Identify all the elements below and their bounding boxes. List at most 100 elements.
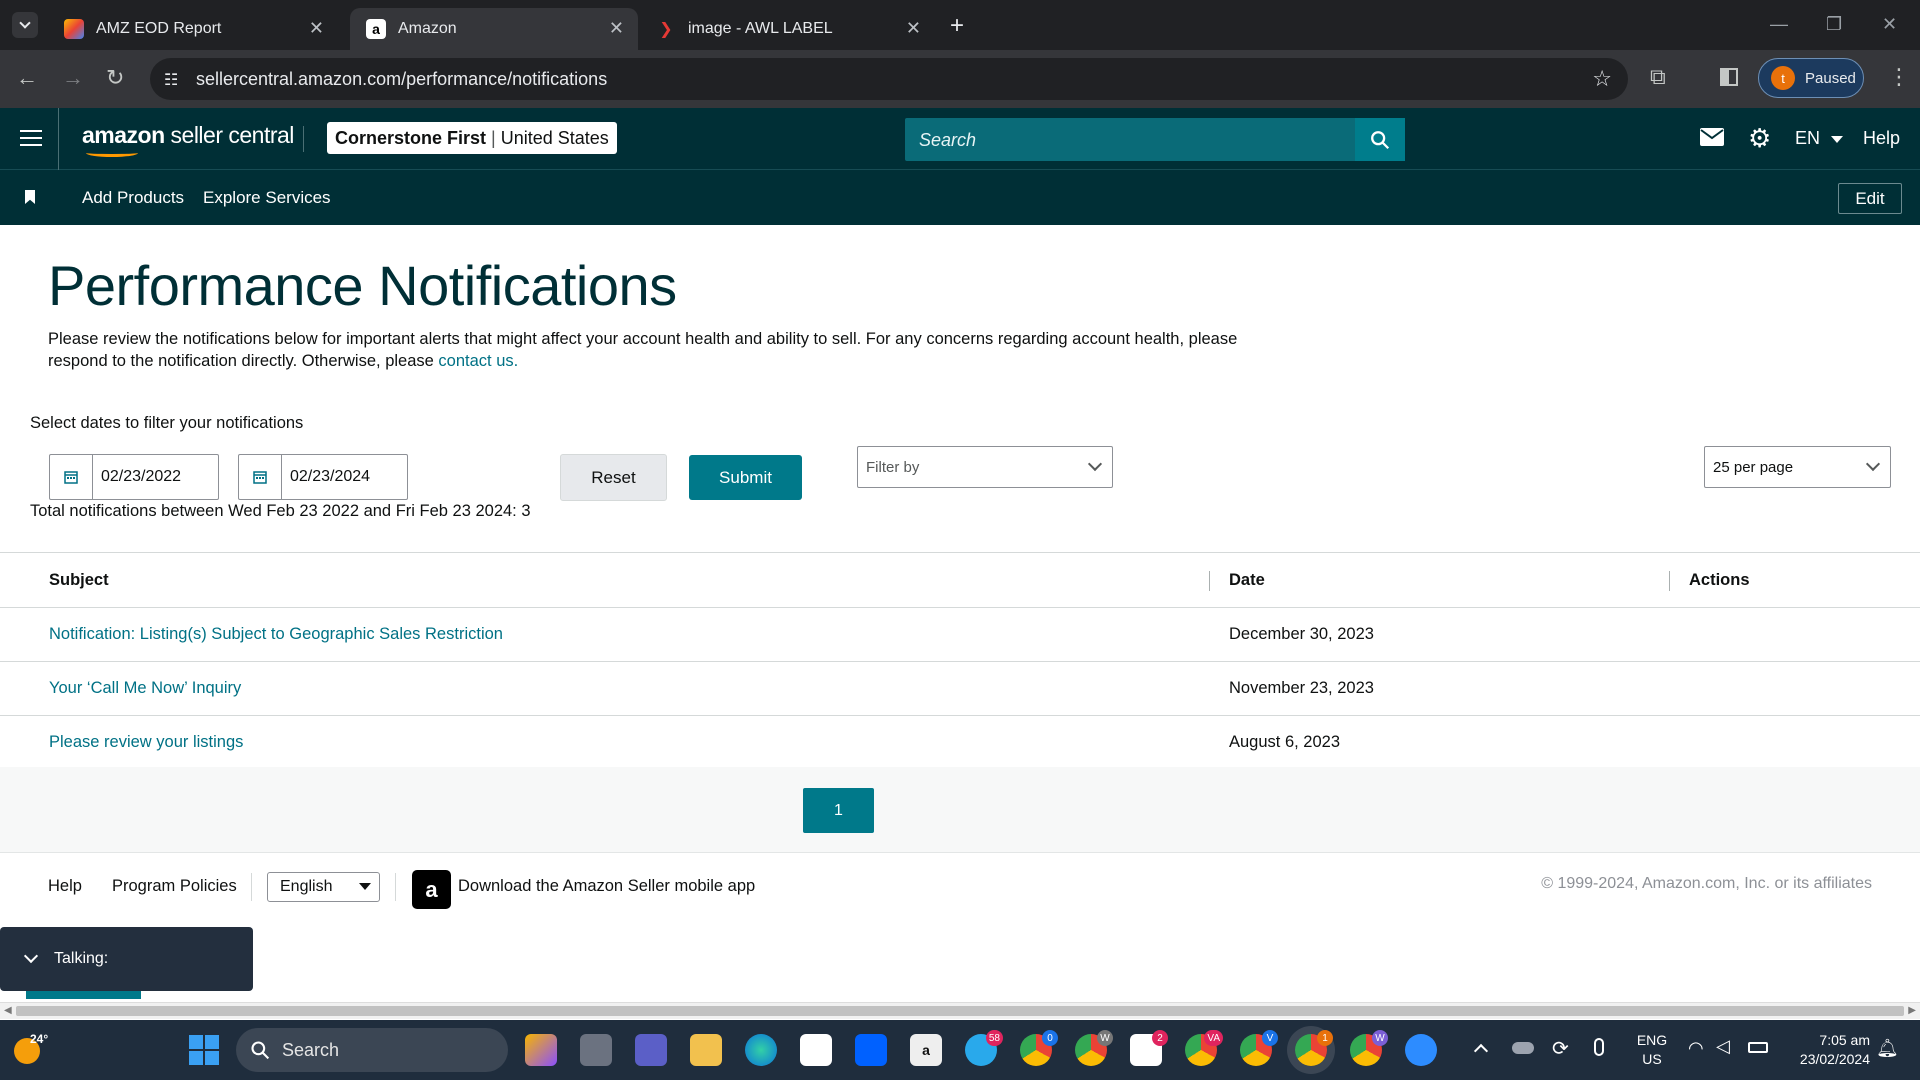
address-bar[interactable]: ☷ sellercentral.amazon.com/performance/n… (150, 58, 1628, 100)
forward-button[interactable]: → (62, 65, 84, 91)
hamburger-menu-icon[interactable] (20, 130, 42, 151)
new-tab-button[interactable]: + (950, 12, 964, 40)
close-icon[interactable]: ✕ (309, 18, 324, 39)
table-row: Notification: Listing(s) Subject to Geog… (0, 607, 1920, 662)
close-icon[interactable]: ✕ (609, 18, 624, 39)
back-button[interactable]: ← (16, 65, 38, 91)
weather-widget[interactable]: 24° (14, 1032, 64, 1068)
clock[interactable]: 7:05 am 23/02/2024 (1780, 1031, 1870, 1069)
edge-icon[interactable] (745, 1034, 777, 1066)
footer-help-link[interactable]: Help (48, 877, 82, 896)
column-header-subject[interactable]: Subject (0, 552, 1209, 608)
chrome-icon[interactable]: W (1075, 1030, 1113, 1066)
onedrive-icon[interactable] (1512, 1042, 1534, 1054)
date-to-field[interactable] (238, 454, 408, 500)
chevron-down-icon (19, 17, 31, 29)
bookmark-icon[interactable] (25, 190, 35, 204)
submit-button[interactable]: Submit (689, 455, 802, 500)
chrome-icon[interactable]: V (1240, 1030, 1278, 1066)
microphone-icon[interactable] (1594, 1038, 1604, 1056)
site-settings-icon[interactable]: ☷ (164, 70, 178, 90)
notification-bell-icon[interactable]: 🔔︎ (1876, 1038, 1899, 1059)
menu-icon[interactable]: ⋮ (1888, 64, 1910, 90)
chrome-icon[interactable]: VA (1185, 1030, 1223, 1066)
browser-toolbar: ← → ↻ ☷ sellercentral.amazon.com/perform… (0, 50, 1920, 108)
input-language[interactable]: ENG US (1634, 1031, 1670, 1069)
close-icon[interactable]: ✕ (906, 18, 921, 39)
copilot-icon[interactable] (525, 1034, 557, 1066)
explore-services-link[interactable]: Explore Services (203, 188, 331, 208)
talking-panel[interactable]: Talking: (0, 927, 253, 991)
tab-awl-label[interactable]: ❯ image - AWL LABEL ✕ (640, 8, 935, 50)
chevron-up-icon[interactable] (1473, 1043, 1489, 1059)
edit-button[interactable]: Edit (1838, 183, 1902, 214)
battery-icon[interactable] (1748, 1042, 1768, 1053)
start-button[interactable] (189, 1035, 219, 1065)
chevron-down-icon[interactable] (23, 948, 39, 964)
language-selector[interactable]: EN (1795, 128, 1844, 149)
chrome-icon[interactable]: 0 (1020, 1030, 1058, 1066)
extensions-icon[interactable]: ⧉ (1650, 64, 1666, 90)
date-from-field[interactable] (49, 454, 219, 500)
per-page-select[interactable]: 25 per page (1704, 446, 1891, 488)
slack-icon[interactable]: 2 (1130, 1030, 1168, 1066)
reload-button[interactable]: ↻ (106, 65, 124, 91)
side-panel-icon[interactable] (1720, 68, 1738, 86)
scroll-left-arrow[interactable]: ◀ (4, 1005, 12, 1016)
date-from-input[interactable] (93, 468, 213, 486)
volume-icon[interactable]: ◁ (1716, 1036, 1730, 1057)
url-text[interactable]: sellercentral.amazon.com/performance/not… (196, 69, 607, 90)
tab-search-button[interactable] (12, 12, 38, 38)
store-switcher[interactable]: Cornerstone First | United States (327, 122, 617, 154)
telegram-icon[interactable]: 58 (965, 1030, 1003, 1066)
teams-icon[interactable] (635, 1034, 667, 1066)
zoom-icon[interactable] (1405, 1034, 1437, 1066)
search-button[interactable] (1355, 118, 1405, 161)
notification-link[interactable]: Your ‘Call Me Now’ Inquiry (49, 679, 241, 697)
calendar-icon[interactable] (50, 455, 93, 499)
star-icon[interactable]: ☆ (1592, 66, 1612, 92)
page-1-button[interactable]: 1 (803, 788, 874, 833)
notification-link[interactable]: Notification: Listing(s) Subject to Geog… (49, 625, 503, 643)
search-input[interactable]: Search (905, 118, 1405, 161)
per-page-value: 25 per page (1713, 458, 1794, 476)
window-close-button[interactable]: ✕ (1882, 14, 1897, 35)
tab-amz-eod-report[interactable]: AMZ EOD Report ✕ (48, 8, 338, 50)
file-explorer-icon[interactable] (690, 1034, 722, 1066)
tab-amazon[interactable]: a Amazon ✕ (350, 8, 638, 50)
notification-badge: 58 (985, 1030, 1003, 1046)
taskbar-search[interactable]: Search (236, 1028, 508, 1072)
task-view-icon[interactable] (580, 1034, 612, 1066)
taskbar-search-label: Search (282, 1039, 340, 1060)
calendar-icon[interactable] (239, 455, 282, 499)
wifi-icon[interactable]: ◠ (1688, 1038, 1704, 1059)
footer-language-select[interactable]: English (267, 872, 380, 902)
reset-button[interactable]: Reset (560, 454, 667, 501)
add-products-link[interactable]: Add Products (82, 188, 184, 208)
amazon-seller-app-icon[interactable]: a (412, 870, 451, 909)
store-icon[interactable] (800, 1034, 832, 1066)
horizontal-scrollbar[interactable]: ◀ ▶ (0, 1002, 1920, 1019)
minimize-button[interactable]: — (1770, 14, 1788, 35)
date-to-input[interactable] (282, 468, 402, 486)
dropbox-icon[interactable] (855, 1034, 887, 1066)
notification-link[interactable]: Please review your listings (49, 733, 243, 751)
scrollbar-thumb[interactable] (16, 1006, 1904, 1016)
download-app-link[interactable]: Download the Amazon Seller mobile app (458, 877, 755, 896)
gear-icon[interactable]: ⚙ (1748, 123, 1771, 154)
profile-button[interactable]: t Paused (1758, 58, 1864, 98)
date-cell: December 30, 2023 (1209, 607, 1669, 662)
column-header-date[interactable]: Date (1209, 552, 1669, 608)
chrome-icon[interactable]: W (1350, 1030, 1388, 1066)
mail-icon[interactable] (1700, 126, 1724, 152)
seller-central-logo[interactable]: amazon seller central (82, 122, 294, 157)
scroll-right-arrow[interactable]: ▶ (1908, 1005, 1916, 1016)
program-policies-link[interactable]: Program Policies (112, 877, 237, 896)
chrome-icon[interactable]: 1 (1295, 1030, 1333, 1066)
restore-button[interactable]: ❐ (1826, 14, 1842, 35)
amazon-app-icon[interactable]: a (910, 1034, 942, 1066)
contact-us-link[interactable]: contact us. (438, 352, 518, 370)
sync-icon[interactable]: ⟳ (1552, 1036, 1569, 1061)
help-link[interactable]: Help (1863, 128, 1900, 149)
filter-by-select[interactable]: Filter by (857, 446, 1113, 488)
